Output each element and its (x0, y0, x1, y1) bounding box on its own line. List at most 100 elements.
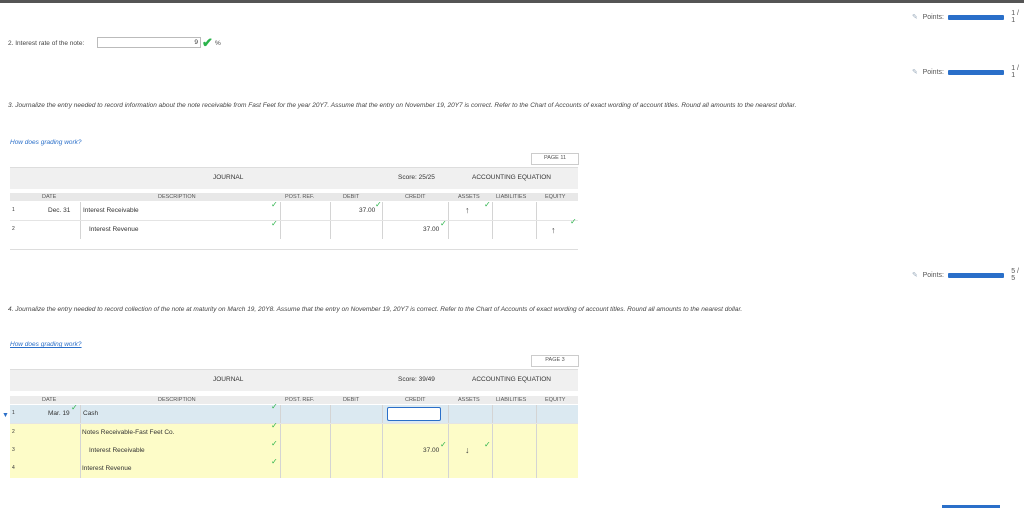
description-cell[interactable]: Notes Receivable-Fast Feet Co. ✓ (80, 421, 280, 442)
col-equity: EQUITY (545, 397, 566, 403)
description-text: Interest Revenue (89, 226, 139, 233)
credit-cell[interactable] (382, 424, 448, 442)
equity-cell[interactable] (536, 405, 578, 423)
liabilities-cell[interactable] (492, 460, 536, 478)
journal-header: JOURNAL Score: 39/49 ACCOUNTING EQUATION (10, 369, 578, 391)
description-cell[interactable]: Interest Receivable ✓ (80, 439, 280, 460)
credit-cell[interactable]: 37.00 ✓ (382, 219, 448, 239)
col-post-ref: POST. REF. (285, 194, 315, 200)
credit-cell[interactable] (382, 202, 448, 220)
score-label: Score: 25/25 (398, 174, 435, 181)
description-cell[interactable]: Interest Receivable ✓ (80, 201, 280, 220)
post-ref-cell[interactable] (280, 424, 330, 442)
up-arrow-icon: ↑ (465, 205, 470, 215)
liabilities-cell[interactable] (492, 442, 536, 460)
points-indicator: ✎ Points: 5 / 5 (912, 268, 1024, 282)
question-4-text: 4. Journalize the entry needed to record… (8, 306, 743, 313)
assets-cell[interactable]: ↓ ✓ (448, 441, 492, 460)
date-cell[interactable]: Dec. 31 (48, 207, 70, 214)
assets-cell[interactable] (448, 460, 492, 478)
points-label: Points: (922, 13, 944, 21)
points-score: 1 / 1 (1011, 65, 1020, 79)
correct-check-icon: ✔ (202, 35, 213, 50)
description-text: Cash (83, 410, 99, 417)
equity-cell[interactable] (536, 442, 578, 460)
equity-cell[interactable]: ↑ ✓ (536, 218, 578, 239)
check-icon: ✓ (271, 421, 278, 430)
table-row: 2 Interest Revenue ✓ 37.00 ✓ ↑ ✓ (10, 218, 578, 239)
credit-value: 37.00 (423, 226, 440, 233)
journal-header: JOURNAL Score: 25/25 ACCOUNTING EQUATION (10, 167, 578, 189)
accounting-equation-title: ACCOUNTING EQUATION (472, 376, 551, 383)
points-score: 1 / 1 (1011, 10, 1020, 24)
description-cell[interactable]: Interest Revenue ✓ (80, 220, 280, 239)
check-icon: ✓ (375, 200, 382, 209)
journal-title: JOURNAL (213, 174, 244, 181)
table-row: 3 Interest Receivable ✓ 37.00 ✓ ↓ ✓ (10, 439, 578, 460)
row-number: 2 (12, 226, 15, 232)
col-debit: DEBIT (343, 397, 360, 403)
check-icon: ✓ (271, 439, 278, 448)
post-ref-cell[interactable] (280, 460, 330, 478)
table-row[interactable]: 1 Mar. 19 ✓ Cash ✓ (10, 403, 578, 424)
col-assets: ASSETS (458, 194, 480, 200)
description-text: Notes Receivable-Fast Feet Co. (82, 429, 175, 436)
liabilities-cell[interactable] (492, 202, 536, 220)
col-liabilities: LIABILITIES (496, 194, 527, 200)
debit-cell[interactable] (330, 221, 382, 239)
points-label: Points: (922, 68, 944, 76)
column-headers: DATE DESCRIPTION POST. REF. DEBIT CREDIT… (10, 193, 578, 201)
credit-cell[interactable] (382, 405, 448, 423)
col-debit: DEBIT (343, 194, 360, 200)
post-ref-cell[interactable] (280, 442, 330, 460)
col-description: DESCRIPTION (158, 194, 196, 200)
journal-table-q4: JOURNAL Score: 39/49 ACCOUNTING EQUATION… (10, 369, 578, 479)
col-post-ref: POST. REF. (285, 397, 315, 403)
post-ref-cell[interactable] (280, 405, 330, 423)
score-label: Score: 39/49 (398, 376, 435, 383)
points-icon: ✎ (912, 271, 918, 279)
debit-cell[interactable] (330, 424, 382, 442)
equity-cell[interactable] (536, 460, 578, 478)
description-cell[interactable]: Cash ✓ (80, 403, 280, 423)
grading-help-link[interactable]: How does grading work? (10, 139, 82, 146)
debit-value: 37.00 (359, 207, 376, 214)
question-3-text: 3. Journalize the entry needed to record… (8, 102, 797, 109)
points-indicator: ✎ Points: 1 / 1 (912, 65, 1024, 79)
debit-cell[interactable]: 37.00 ✓ (330, 200, 382, 220)
check-icon: ✓ (440, 219, 447, 228)
credit-value: 37.00 (423, 447, 440, 454)
grading-help-link[interactable]: How does grading work? (10, 341, 82, 348)
post-ref-cell[interactable] (280, 221, 330, 239)
liabilities-cell[interactable] (492, 424, 536, 442)
assets-cell[interactable] (448, 221, 492, 239)
post-ref-cell[interactable] (280, 202, 330, 220)
col-assets: ASSETS (458, 397, 480, 403)
assets-cell[interactable] (448, 405, 492, 423)
selected-row-arrow-icon: ▼ (2, 412, 9, 419)
table-row: 2 Notes Receivable-Fast Feet Co. ✓ (10, 421, 578, 442)
equity-cell[interactable] (536, 424, 578, 442)
credit-cell[interactable] (382, 460, 448, 478)
row-number: 3 (12, 447, 15, 453)
credit-input[interactable] (387, 407, 441, 421)
row-number: 1 (12, 410, 15, 416)
date-cell[interactable]: Mar. 19 (48, 410, 70, 417)
page-number: PAGE 3 (531, 355, 579, 367)
credit-cell[interactable]: 37.00 ✓ (382, 441, 448, 460)
liabilities-cell[interactable] (492, 405, 536, 423)
row-number: 4 (12, 465, 15, 471)
points-bar (947, 14, 1005, 20)
interest-rate-input[interactable]: 9 (97, 37, 201, 48)
points-indicator-partial (905, 503, 1010, 508)
column-headers: DATE DESCRIPTION POST. REF. DEBIT CREDIT… (10, 396, 578, 404)
debit-cell[interactable] (330, 405, 382, 423)
accounting-equation-title: ACCOUNTING EQUATION (472, 174, 551, 181)
liabilities-cell[interactable] (492, 221, 536, 239)
assets-cell[interactable]: ↑ ✓ (448, 201, 492, 220)
col-description: DESCRIPTION (158, 397, 196, 403)
debit-cell[interactable] (330, 442, 382, 460)
description-cell[interactable]: Interest Revenue ✓ (80, 458, 280, 478)
col-date: DATE (42, 397, 57, 403)
debit-cell[interactable] (330, 460, 382, 478)
